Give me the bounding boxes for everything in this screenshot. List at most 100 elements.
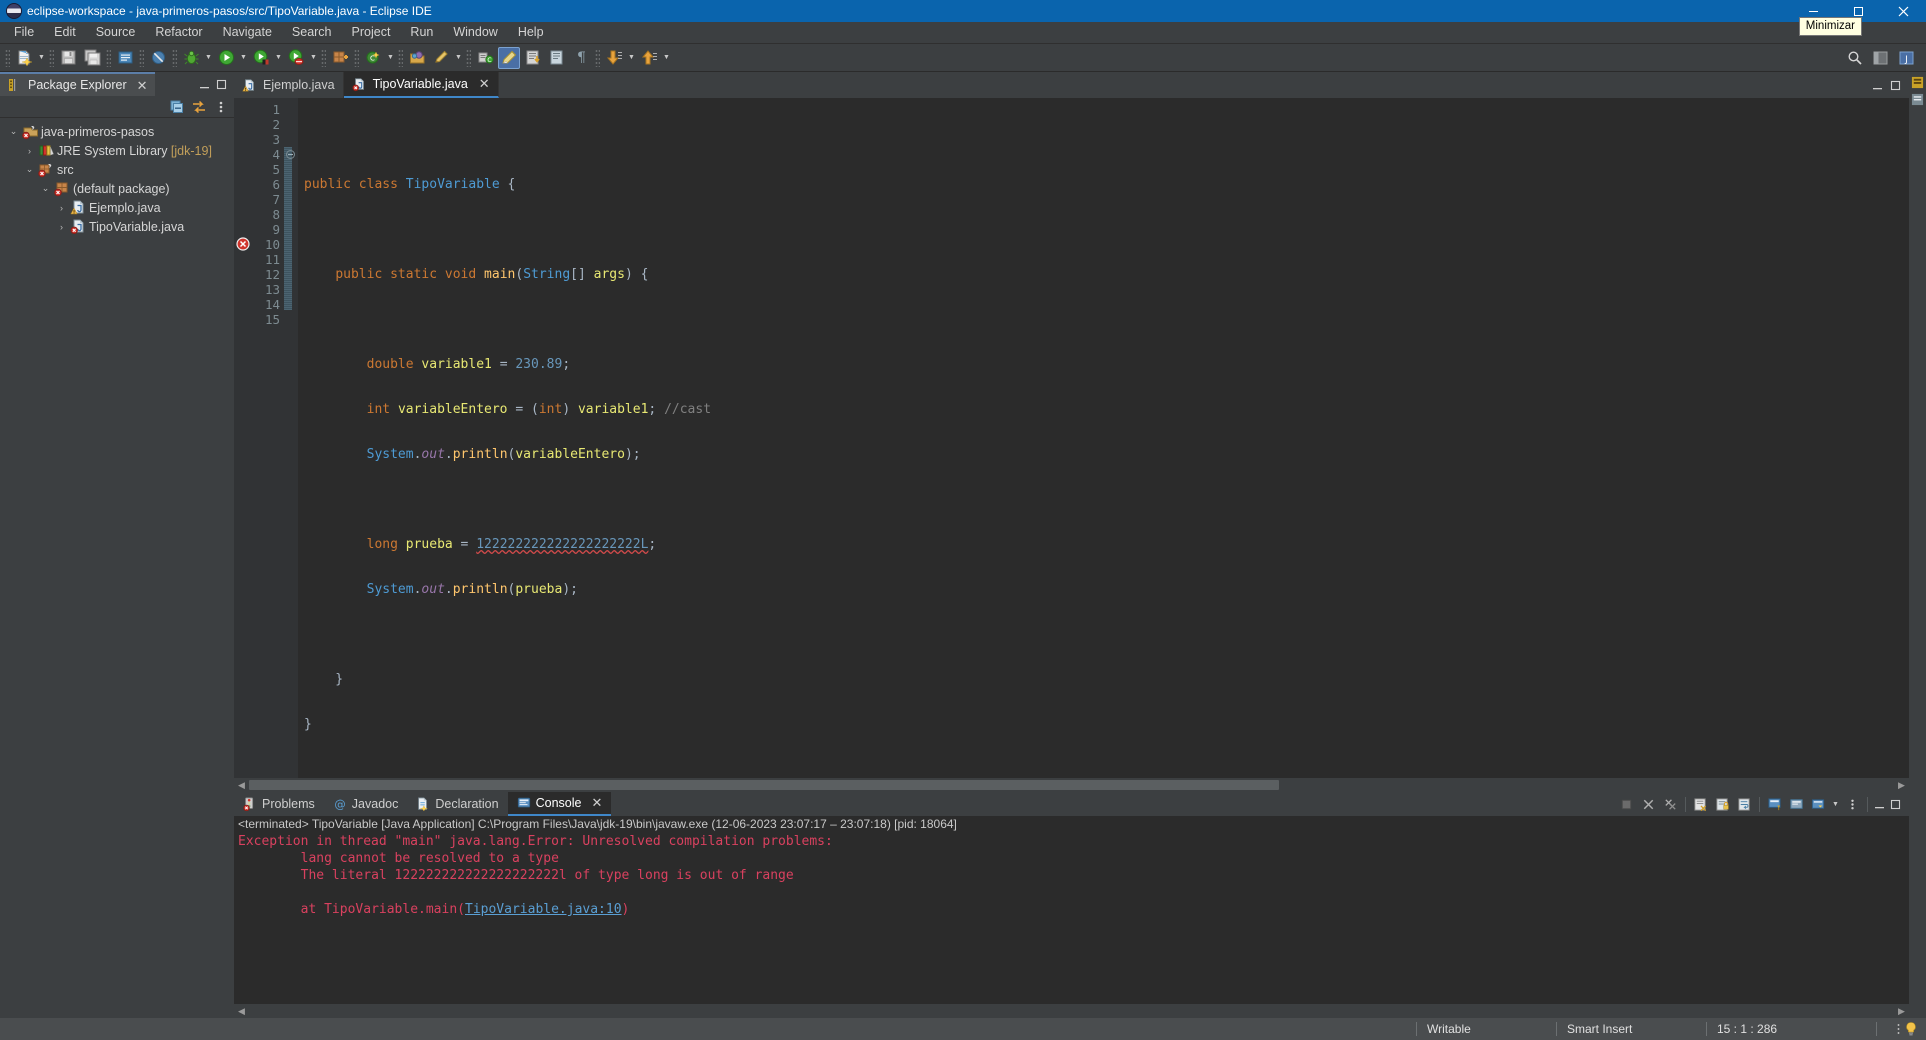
outline-view-icon[interactable]	[1911, 76, 1924, 89]
java-perspective-icon[interactable]: J	[1895, 47, 1919, 69]
toolbar-grip-5[interactable]	[172, 48, 177, 67]
maximize-icon-editor[interactable]	[1888, 78, 1903, 93]
menu-navigate[interactable]: Navigate	[213, 22, 282, 43]
view-menu-icon[interactable]	[210, 97, 231, 117]
minimize-icon[interactable]	[197, 77, 212, 92]
chevron-right-icon[interactable]: ›	[22, 146, 37, 156]
tree-item-tipovariable-java[interactable]: › TipoVariable.java	[0, 217, 234, 236]
console-stacktrace-link[interactable]: TipoVariable.java:10	[465, 902, 622, 917]
tree-item-ejemplo-java[interactable]: › Ejemplo.java	[0, 198, 234, 217]
console-scroll-left-arrow-icon[interactable]: ◀	[234, 1006, 249, 1017]
coverage-dropdown-chevron-down-icon[interactable]: ▼	[273, 47, 284, 69]
console-output[interactable]: Exception in thread "main" java.lang.Err…	[234, 833, 1909, 1004]
console-horizontal-scrollbar[interactable]: ◀ ▶	[234, 1004, 1909, 1018]
editor-tab-ejemplo-java[interactable]: Ejemplo.java	[234, 72, 344, 98]
coverage-icon[interactable]	[250, 47, 272, 69]
debug-dropdown-chevron-down-icon[interactable]: ▼	[203, 47, 214, 69]
maximize-icon[interactable]	[214, 77, 229, 92]
open-console-dropdown-chevron-down-icon[interactable]: ▼	[1830, 793, 1841, 815]
toolbar-grip-7[interactable]	[354, 48, 359, 67]
editor-scroll-track[interactable]	[249, 778, 1894, 792]
tree-item-jre-system-library[interactable]: › JRE System Library [jdk-19]	[0, 141, 234, 160]
document-icon[interactable]	[114, 47, 136, 69]
console-scroll-track[interactable]	[249, 1004, 1894, 1018]
pencil-search-icon[interactable]	[430, 47, 452, 69]
remove-x-icon[interactable]	[1638, 794, 1659, 814]
debug-bug-icon[interactable]	[180, 47, 202, 69]
chevron-down-icon[interactable]: ⌄	[6, 126, 21, 137]
word-wrap-icon[interactable]	[1734, 794, 1755, 814]
close-icon[interactable]: ✕	[137, 79, 148, 92]
chevron-down-icon-src[interactable]: ⌄	[22, 164, 37, 175]
tree-item-default-package[interactable]: ⌄ (default package)	[0, 179, 234, 198]
toolbar-grip-4[interactable]	[139, 48, 144, 67]
menu-search[interactable]: Search	[282, 22, 342, 43]
console-scroll-right-arrow-icon[interactable]: ▶	[1894, 1006, 1909, 1017]
folding-gutter[interactable]	[284, 98, 298, 778]
external-tools-dropdown-chevron-down-icon[interactable]: ▼	[308, 47, 319, 69]
toolbar-grip-10[interactable]	[595, 48, 600, 67]
scroll-lock-icon[interactable]	[1712, 794, 1733, 814]
open-type-icon[interactable]	[406, 47, 428, 69]
class-new-dropdown-chevron-down-icon[interactable]: ▼	[385, 47, 396, 69]
close-icon-console-tab[interactable]: ✕	[591, 795, 602, 811]
back-dropdown-chevron-down-icon[interactable]: ▼	[626, 47, 637, 69]
toolbar-grip-2[interactable]	[49, 48, 54, 67]
menu-project[interactable]: Project	[342, 22, 401, 43]
link-with-editor-icon[interactable]	[188, 97, 209, 117]
toolbar-grip-6[interactable]	[321, 48, 326, 67]
vertical-dots-icon-right[interactable]	[1897, 1022, 1900, 1036]
menu-help[interactable]: Help	[508, 22, 554, 43]
tree-item-src[interactable]: ⌄ src	[0, 160, 234, 179]
tree-item-java-primeros-pasos[interactable]: ⌄ java-primeros-pasos	[0, 122, 234, 141]
pencil-search-dropdown-chevron-down-icon[interactable]: ▼	[453, 47, 464, 69]
save-all-icon[interactable]	[81, 47, 103, 69]
open-console-icon[interactable]	[1808, 794, 1829, 814]
close-icon-editor-tab[interactable]: ✕	[479, 76, 490, 92]
editor-scroll-thumb[interactable]	[249, 780, 1279, 790]
display-console-icon[interactable]	[1786, 794, 1807, 814]
menu-run[interactable]: Run	[400, 22, 443, 43]
forward-dropdown-chevron-down-icon[interactable]: ▼	[661, 47, 672, 69]
search-icon[interactable]	[1843, 47, 1867, 69]
toolbar-grip[interactable]	[5, 48, 10, 67]
lightbulb-icon[interactable]	[1904, 1021, 1918, 1037]
status-overflow-menu[interactable]	[1876, 1022, 1897, 1036]
minimize-icon-console[interactable]	[1872, 797, 1887, 812]
save-icon[interactable]	[57, 47, 79, 69]
tab-javadoc[interactable]: @ Javadoc	[324, 792, 408, 816]
arrow-down-yellow-icon[interactable]	[603, 47, 625, 69]
chevron-right-icon-tipovariable[interactable]: ›	[54, 222, 69, 232]
package-plus-icon[interactable]	[329, 47, 351, 69]
perspective-icon[interactable]	[1869, 47, 1893, 69]
maximize-icon-console[interactable]	[1888, 797, 1903, 812]
highlighter-icon[interactable]	[498, 46, 520, 69]
tab-console[interactable]: Console ✕	[507, 792, 612, 816]
new-file-icon[interactable]	[13, 47, 35, 69]
clear-console-icon[interactable]	[1690, 794, 1711, 814]
new-file-dropdown-chevron-down-icon[interactable]: ▼	[36, 47, 47, 69]
class-new-icon[interactable]: C	[362, 47, 384, 69]
run-green-play-icon[interactable]	[215, 47, 237, 69]
next-annotation-icon[interactable]	[522, 47, 544, 69]
remove-all-icon[interactable]	[1660, 794, 1681, 814]
tab-problems[interactable]: Problems	[234, 792, 324, 816]
chevron-right-icon-ejemplo[interactable]: ›	[54, 203, 69, 213]
collapse-all-icon[interactable]	[166, 97, 187, 117]
chevron-down-icon-default-package[interactable]: ⌄	[38, 183, 53, 194]
editor-horizontal-scrollbar[interactable]: ◀ ▶	[234, 778, 1909, 792]
toolbar-grip-8[interactable]	[398, 48, 403, 67]
minimize-icon-editor[interactable]	[1870, 78, 1885, 93]
link-icon[interactable]: C	[474, 47, 496, 69]
pin-console-icon[interactable]	[1764, 794, 1785, 814]
menu-file[interactable]: File	[4, 22, 44, 43]
scroll-right-arrow-icon[interactable]: ▶	[1894, 780, 1909, 791]
terminate-stop-icon[interactable]	[1616, 794, 1637, 814]
toolbar-grip-9[interactable]	[466, 48, 471, 67]
external-tools-icon[interactable]	[285, 47, 307, 69]
prev-annotation-icon[interactable]	[546, 47, 568, 69]
menu-edit[interactable]: Edit	[44, 22, 86, 43]
view-menu-icon-console[interactable]	[1842, 794, 1863, 814]
pilcrow-icon[interactable]: ¶	[570, 47, 592, 69]
error-marker-line-10[interactable]	[236, 237, 250, 251]
